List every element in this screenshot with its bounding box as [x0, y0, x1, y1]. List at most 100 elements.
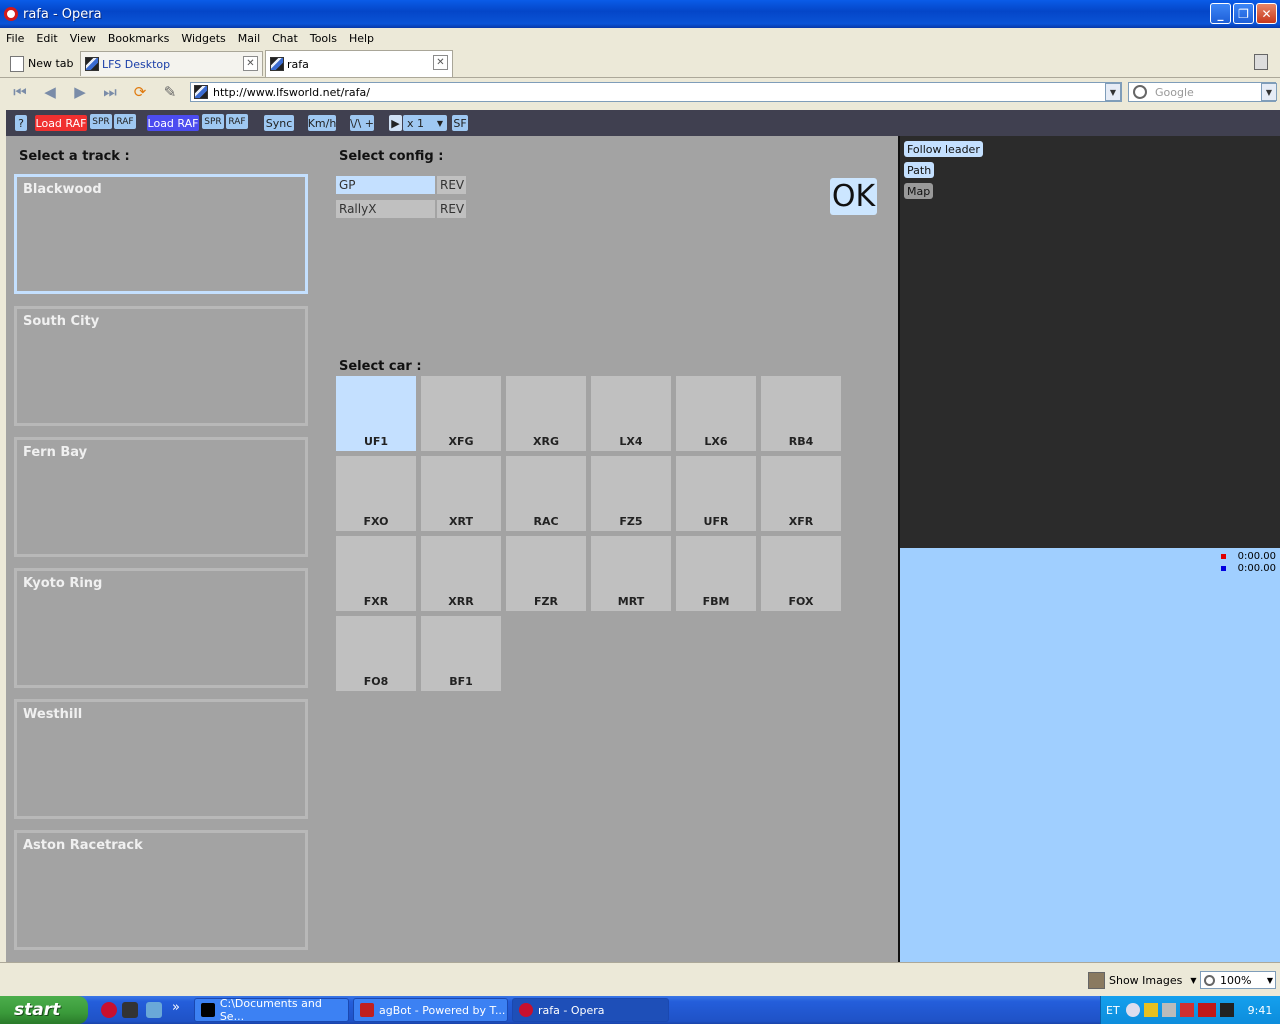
menu-tools[interactable]: Tools	[304, 32, 343, 45]
address-field[interactable]: http://www.lfsworld.net/rafa/	[190, 82, 1122, 102]
ok-button[interactable]: OK	[830, 178, 877, 215]
raf-button-2[interactable]: RAF	[226, 114, 248, 129]
menu-bookmarks[interactable]: Bookmarks	[102, 32, 175, 45]
config-gp[interactable]: GP	[336, 176, 435, 194]
ati-icon[interactable]	[1197, 1003, 1216, 1017]
close-tab-icon[interactable]: ✕	[243, 56, 258, 71]
play-icon[interactable]: ▶	[389, 115, 402, 131]
menu-file[interactable]: File	[0, 32, 30, 45]
menu-help[interactable]: Help	[343, 32, 380, 45]
menu-mail[interactable]: Mail	[232, 32, 266, 45]
speed-select[interactable]: x 1 ▼	[403, 115, 447, 131]
car-rac[interactable]: RAC	[506, 456, 586, 531]
sync-button[interactable]: Sync	[264, 115, 294, 131]
language-indicator[interactable]: ET	[1106, 1004, 1120, 1017]
car-xrr[interactable]: XRR	[421, 536, 501, 611]
menu-view[interactable]: View	[64, 32, 102, 45]
follow-leader-button[interactable]: Follow leader	[904, 141, 983, 157]
tab-rafa[interactable]: rafa ✕	[265, 50, 453, 77]
task-cmd[interactable]: C:\Documents and Se...	[194, 997, 349, 1023]
track-fern-bay[interactable]: Fern Bay	[14, 437, 308, 557]
winamp-icon[interactable]	[1219, 1003, 1234, 1017]
car-fox[interactable]: FOX	[761, 536, 841, 611]
raf-button-1[interactable]: RAF	[114, 114, 136, 129]
rafa-app: ? Load RAF SPR RAF Load RAF SPR RAF Sync…	[6, 110, 1280, 962]
back-icon[interactable]: ◀	[40, 83, 60, 101]
track-westhill[interactable]: Westhill	[14, 699, 308, 819]
lfs-quicklaunch-icon[interactable]	[122, 1002, 138, 1018]
time-value: 0:00.00	[1237, 551, 1276, 562]
config-gp-rev[interactable]: REV	[437, 176, 466, 194]
spr-button-2[interactable]: SPR	[202, 114, 224, 129]
load-raf-button-1[interactable]: Load RAF	[35, 115, 87, 131]
car-fxo[interactable]: FXO	[336, 456, 416, 531]
chevron-right-icon[interactable]: »	[172, 1000, 180, 1015]
car-fzr[interactable]: FZR	[506, 536, 586, 611]
vplus-button[interactable]: \/\ +	[350, 115, 374, 131]
menu-widgets[interactable]: Widgets	[175, 32, 231, 45]
track-south-city[interactable]: South City	[14, 306, 308, 426]
car-fz5[interactable]: FZ5	[591, 456, 671, 531]
track-kyoto-ring[interactable]: Kyoto Ring	[14, 568, 308, 688]
track-blackwood[interactable]: Blackwood	[14, 174, 308, 294]
car-uf1[interactable]: UF1	[336, 376, 416, 451]
forward-icon[interactable]: ▶	[70, 83, 90, 101]
select-config-label: Select config :	[339, 149, 444, 164]
path-button[interactable]: Path	[904, 162, 935, 178]
network-quicklaunch-icon[interactable]	[146, 1002, 162, 1018]
network-icon[interactable]	[1179, 1003, 1194, 1017]
zoom-select[interactable]: 100% ▼	[1200, 971, 1276, 989]
task-label: C:\Documents and Se...	[219, 997, 322, 1023]
trash-icon[interactable]	[1254, 54, 1268, 70]
show-images-button[interactable]: Show Images ▼	[1088, 972, 1197, 989]
car-xfr[interactable]: XFR	[761, 456, 841, 531]
car-xrg[interactable]: XRG	[506, 376, 586, 451]
task-opera[interactable]: rafa - Opera	[512, 998, 669, 1022]
track-aston-racetrack[interactable]: Aston Racetrack	[14, 830, 308, 950]
menu-edit[interactable]: Edit	[30, 32, 63, 45]
tab-lfs-desktop[interactable]: LFS Desktop ✕	[80, 51, 263, 76]
task-agbot[interactable]: agBot - Powered by T...	[353, 998, 508, 1022]
car-xrt[interactable]: XRT	[421, 456, 501, 531]
fast-forward-icon[interactable]: ⏭	[100, 83, 120, 101]
car-lx6[interactable]: LX6	[676, 376, 756, 451]
car-rb4[interactable]: RB4	[761, 376, 841, 451]
load-raf-button-2[interactable]: Load RAF	[147, 115, 199, 131]
edit-icon[interactable]: ✎	[160, 83, 180, 101]
car-lx4[interactable]: LX4	[591, 376, 671, 451]
car-fxr[interactable]: FXR	[336, 536, 416, 611]
close-tab-icon[interactable]: ✕	[433, 55, 448, 70]
image-icon	[1088, 972, 1105, 989]
red-marker-icon	[1220, 554, 1226, 559]
new-tab-button[interactable]: New tab	[6, 51, 76, 76]
tray-app-icon[interactable]	[1125, 1003, 1140, 1017]
kmh-button[interactable]: Km/h	[308, 115, 336, 131]
start-button[interactable]: start	[0, 996, 88, 1024]
minimize-button[interactable]: _	[1210, 3, 1231, 24]
opera-quicklaunch-icon[interactable]	[101, 1002, 117, 1018]
car-xfg[interactable]: XFG	[421, 376, 501, 451]
car-fbm[interactable]: FBM	[676, 536, 756, 611]
map-button[interactable]: Map	[904, 183, 934, 199]
restore-button[interactable]: ❐	[1233, 3, 1254, 24]
reload-icon[interactable]: ⟳	[130, 83, 150, 101]
address-dropdown-icon[interactable]: ▼	[1105, 83, 1121, 101]
car-fo8[interactable]: FO8	[336, 616, 416, 691]
car-bf1[interactable]: BF1	[421, 616, 501, 691]
config-rallyx-rev[interactable]: REV	[437, 200, 466, 218]
shield-icon[interactable]	[1143, 1003, 1158, 1017]
user-icon[interactable]	[1161, 1003, 1176, 1017]
close-button[interactable]: ✕	[1256, 3, 1277, 24]
tab-label: rafa	[287, 57, 309, 71]
help-button[interactable]: ?	[15, 115, 27, 131]
sf-button[interactable]: SF	[452, 115, 468, 131]
car-mrt[interactable]: MRT	[591, 536, 671, 611]
search-field[interactable]: Google	[1128, 82, 1276, 102]
rewind-icon[interactable]: ⏮	[10, 83, 30, 101]
config-rallyx[interactable]: RallyX	[336, 200, 435, 218]
console-icon	[201, 1003, 215, 1017]
spr-button-1[interactable]: SPR	[90, 114, 112, 129]
car-ufr[interactable]: UFR	[676, 456, 756, 531]
menu-chat[interactable]: Chat	[266, 32, 304, 45]
search-dropdown-icon[interactable]: ▼	[1261, 83, 1277, 101]
